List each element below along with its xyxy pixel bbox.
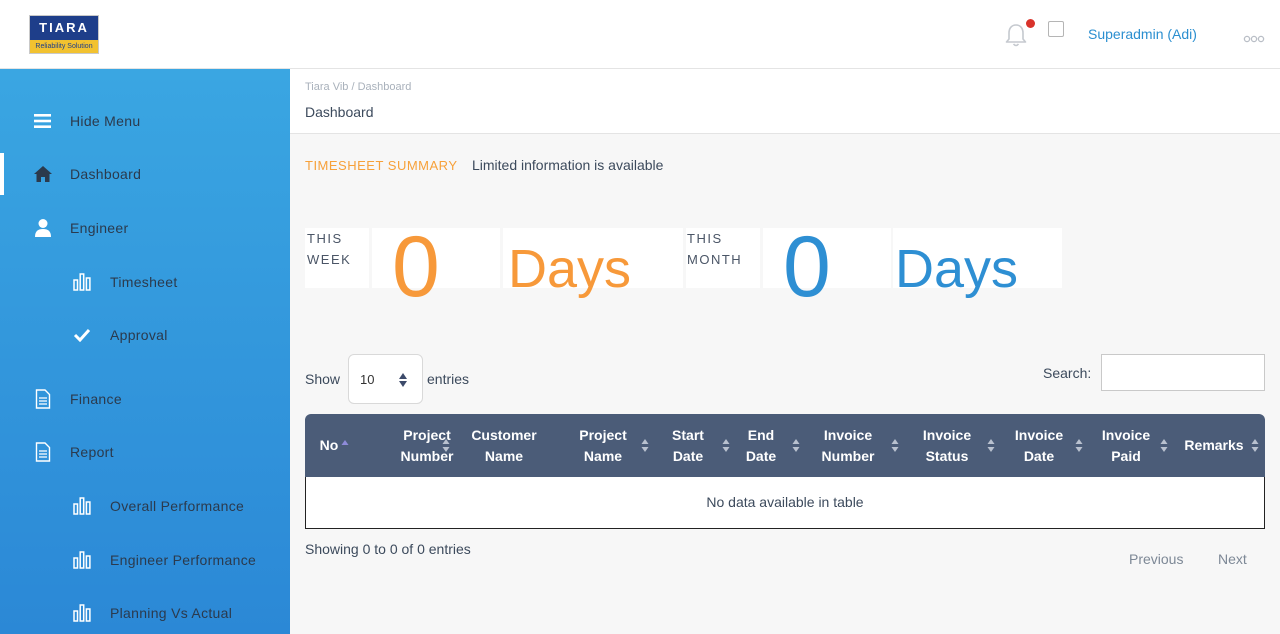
sort-icon xyxy=(442,439,450,452)
sort-icon xyxy=(792,439,800,452)
home-icon xyxy=(32,163,54,185)
bar-chart-icon xyxy=(71,602,93,624)
summary-info-text: Limited information is available xyxy=(472,157,664,173)
sidebar-item-planning-vs-actual[interactable]: Planning Vs Actual xyxy=(0,592,290,634)
column-header-start-date[interactable]: Start Date xyxy=(665,414,711,477)
this-week-label-card: THIS WEEK xyxy=(305,228,369,288)
this-week-label: THIS WEEK xyxy=(307,231,352,267)
bar-chart-icon xyxy=(71,495,93,517)
this-month-label: THIS MONTH xyxy=(687,231,743,267)
column-header-project-name[interactable]: Project Name xyxy=(557,414,649,477)
user-name-link[interactable]: Superadmin (Adi) xyxy=(1088,26,1197,42)
empty-table-message: No data available in table xyxy=(706,494,864,510)
previous-page-button[interactable]: Previous xyxy=(1129,551,1183,567)
bar-chart-icon xyxy=(71,271,93,293)
sidebar-item-report[interactable]: Report xyxy=(0,431,290,473)
column-header-invoice-number[interactable]: Invoice Number xyxy=(814,414,882,477)
sidebar-item-overall-performance[interactable]: Overall Performance xyxy=(0,485,290,527)
column-header-invoice-paid[interactable]: Invoice Paid xyxy=(1093,414,1159,477)
sort-icon xyxy=(722,439,730,452)
this-week-unit: Days xyxy=(508,239,632,299)
column-header-end-date[interactable]: End Date xyxy=(737,414,785,477)
next-page-button[interactable]: Next xyxy=(1218,551,1247,567)
this-month-value: 0 xyxy=(783,219,831,315)
sidebar-item-label: Overall Performance xyxy=(110,498,245,514)
sidebar-item-label: Hide Menu xyxy=(70,113,141,129)
this-month-unit: Days xyxy=(895,239,1019,299)
breadcrumb[interactable]: Tiara Vib / Dashboard xyxy=(305,81,411,93)
sidebar-item-finance[interactable]: Finance xyxy=(0,378,290,420)
table-info: Showing 0 to 0 of 0 entries xyxy=(305,541,471,557)
logo-tagline: Reliability Solution xyxy=(30,40,98,53)
page-title: Dashboard xyxy=(305,104,374,120)
check-icon xyxy=(71,324,93,346)
column-header-invoice-status[interactable]: Invoice Status xyxy=(913,414,981,477)
sidebar-item-engineer[interactable]: Engineer xyxy=(0,207,290,249)
this-month-label-card: THIS MONTH xyxy=(686,228,760,288)
notification-bell-icon[interactable] xyxy=(1003,22,1029,48)
search-input[interactable] xyxy=(1101,354,1265,391)
sort-icon xyxy=(987,439,995,452)
sidebar-item-dashboard[interactable]: Dashboard xyxy=(0,153,290,195)
sidebar: Hide Menu Dashboard Engineer Timesheet A… xyxy=(0,69,290,634)
show-label: Show xyxy=(305,371,341,387)
sort-icon xyxy=(1160,439,1168,452)
column-header-invoice-date[interactable]: Invoice Date xyxy=(1007,414,1071,477)
sidebar-item-label: Engineer xyxy=(70,220,129,236)
tiara-logo[interactable]: TIARA Reliability Solution xyxy=(29,15,99,54)
notification-badge xyxy=(1026,19,1035,28)
sidebar-item-approval[interactable]: Approval xyxy=(0,314,290,356)
sidebar-item-label: Report xyxy=(70,444,114,460)
hamburger-icon xyxy=(32,110,54,132)
bar-chart-icon xyxy=(71,549,93,571)
sidebar-item-label: Finance xyxy=(70,391,122,407)
sort-icon xyxy=(1251,439,1259,452)
this-month-value-card: 0 xyxy=(763,224,891,310)
sidebar-item-engineer-performance[interactable]: Engineer Performance xyxy=(0,539,290,581)
more-options-icon[interactable] xyxy=(1243,30,1265,43)
this-week-value-card: 0 xyxy=(372,224,500,310)
sidebar-item-label: Timesheet xyxy=(110,274,178,290)
sort-icon xyxy=(1075,439,1083,452)
invoice-table: No Project Number Customer Name Project Nam… xyxy=(305,414,1265,529)
timesheet-summary-label: TIMESHEET SUMMARY xyxy=(305,158,458,173)
sort-icon xyxy=(891,439,899,452)
breadcrumb-bar: Tiara Vib / Dashboard Dashboard xyxy=(290,69,1280,134)
document-icon xyxy=(32,441,54,463)
user-icon xyxy=(32,217,54,239)
column-header-remarks[interactable]: Remarks xyxy=(1179,414,1249,477)
search-label: Search: xyxy=(1043,365,1092,381)
entries-label: entries xyxy=(427,371,470,387)
this-week-value: 0 xyxy=(392,219,440,315)
sidebar-item-label: Approval xyxy=(110,327,168,343)
logo-title: TIARA xyxy=(30,16,98,40)
this-week-unit-card: Days xyxy=(503,228,683,296)
this-month-unit-card: Days xyxy=(893,228,1062,296)
sidebar-item-timesheet[interactable]: Timesheet xyxy=(0,261,290,303)
select-arrows-icon xyxy=(398,372,408,388)
table-header: No Project Number Customer Name Project Nam… xyxy=(305,414,1265,477)
table-body: No data available in table xyxy=(305,477,1265,529)
sidebar-item-label: Dashboard xyxy=(70,166,142,182)
sidebar-item-hide-menu[interactable]: Hide Menu xyxy=(0,100,290,142)
column-header-customer-name[interactable]: Customer Name xyxy=(457,414,551,477)
entries-length-select[interactable]: 10 xyxy=(348,354,423,404)
sidebar-item-label: Planning Vs Actual xyxy=(110,605,233,621)
document-icon xyxy=(32,388,54,410)
entries-length-value: 10 xyxy=(360,372,375,387)
top-bar: TIARA Reliability Solution Superadmin (A… xyxy=(0,0,1280,69)
sidebar-item-label: Engineer Performance xyxy=(110,552,257,568)
sort-asc-icon xyxy=(341,440,349,445)
avatar[interactable] xyxy=(1048,21,1064,37)
column-header-no[interactable]: No xyxy=(305,414,353,477)
